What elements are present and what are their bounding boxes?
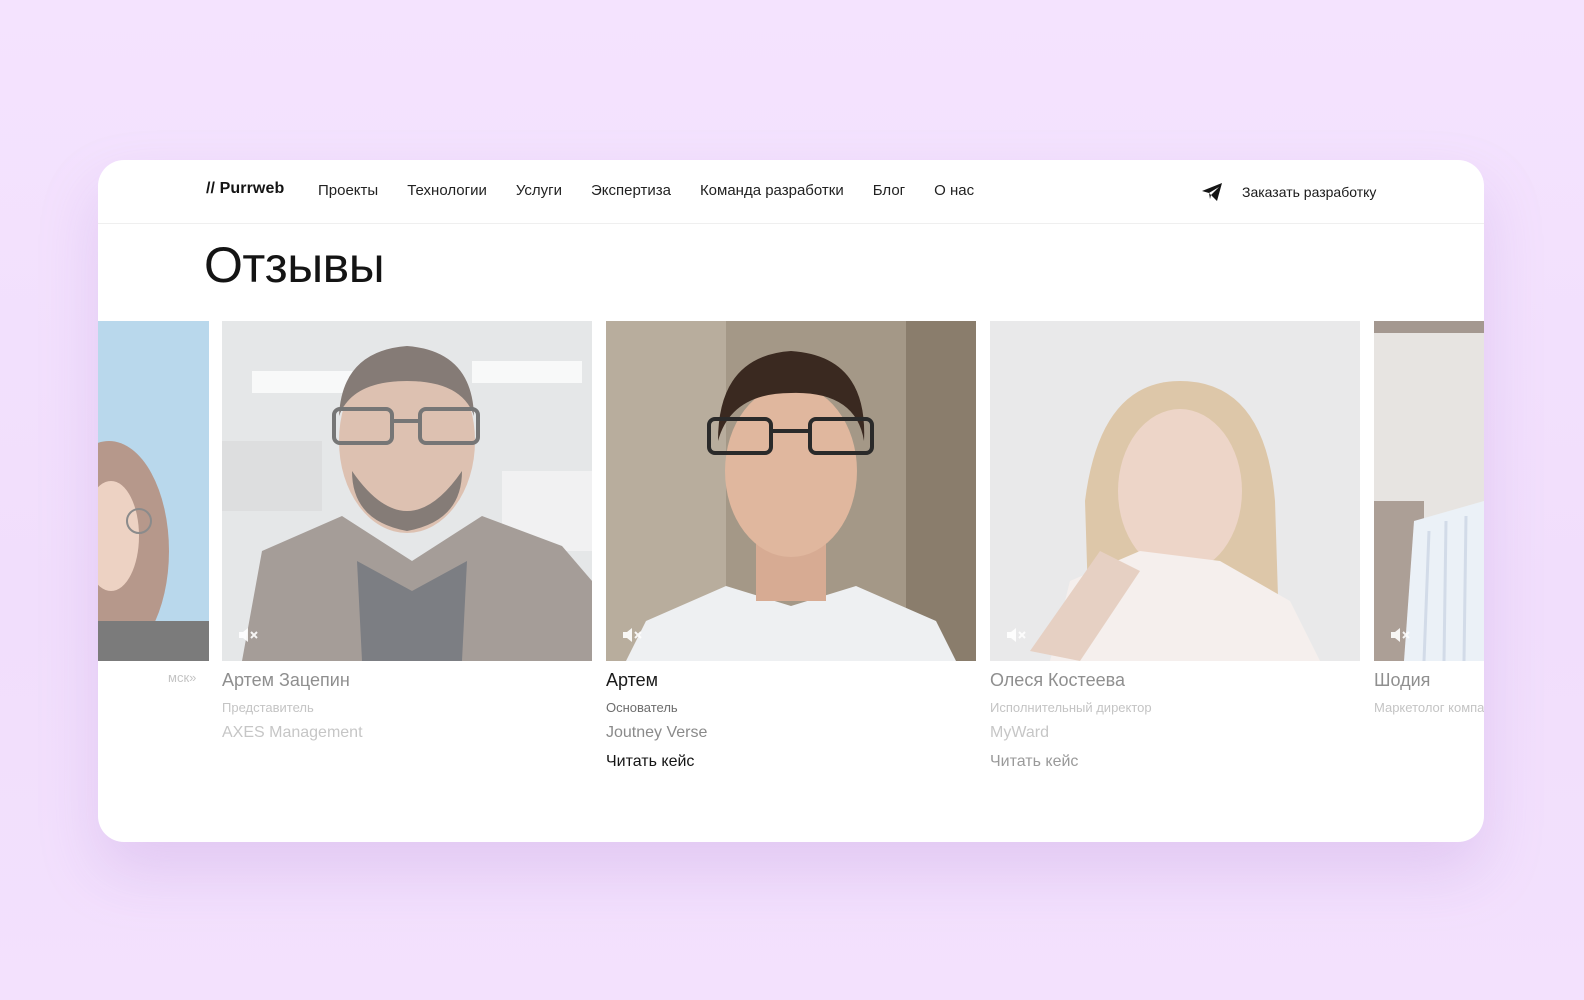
video-thumbnail[interactable] — [606, 321, 976, 661]
reviewer-role: Основатель — [606, 700, 678, 715]
testimonial-card-active: Артем Основатель Joutney Verse Читать ке… — [606, 321, 976, 771]
muted-speaker-icon[interactable] — [1004, 623, 1028, 647]
muted-speaker-icon[interactable] — [620, 623, 644, 647]
reviewer-role: Представитель — [222, 700, 314, 715]
reviewer-role: мск» — [168, 670, 197, 685]
reviewer-company: MyWard — [990, 724, 1049, 741]
reviewer-role: Маркетолог компа — [1374, 700, 1484, 715]
nav-item-expertise[interactable]: Экспертиза — [591, 182, 671, 199]
video-frame — [1374, 321, 1484, 661]
reviewer-name: Олеся Костеева — [990, 670, 1125, 690]
nav-item-blog[interactable]: Блог — [873, 182, 905, 199]
reviewer-company: AXES Management — [222, 724, 363, 741]
browser-window: // Purrweb Проекты Технологии Услуги Экс… — [98, 160, 1484, 842]
reviewer-name: Шодия — [1374, 670, 1431, 690]
video-thumbnail[interactable] — [98, 321, 209, 661]
video-frame — [222, 321, 592, 661]
nav-item-projects[interactable]: Проекты — [318, 182, 378, 199]
reviewer-name: Артем — [606, 670, 659, 690]
reviewer-name: Артем Зацепин — [222, 670, 350, 690]
logo[interactable]: // Purrweb — [206, 180, 284, 198]
order-development-label: Заказать разработку — [1242, 184, 1377, 200]
muted-speaker-icon[interactable] — [1388, 623, 1412, 647]
video-thumbnail[interactable] — [222, 321, 592, 661]
video-thumbnail[interactable] — [1374, 321, 1484, 661]
nav-item-services[interactable]: Услуги — [516, 182, 562, 199]
video-thumbnail[interactable] — [990, 321, 1360, 661]
read-case-link[interactable]: Читать кейс — [990, 753, 1360, 771]
main-nav: Проекты Технологии Услуги Экспертиза Ком… — [318, 182, 974, 199]
nav-item-technologies[interactable]: Технологии — [407, 182, 487, 199]
testimonial-card: мск» — [98, 321, 209, 685]
nav-item-dev-team[interactable]: Команда разработки — [700, 182, 844, 199]
testimonial-card: Олеся Костеева Исполнительный директор M… — [990, 321, 1360, 771]
paper-plane-icon — [1202, 183, 1222, 201]
order-development-button[interactable]: Заказать разработку — [1200, 180, 1376, 204]
testimonial-card: Шодия Маркетолог компа — [1374, 321, 1484, 715]
page-title: Отзывы — [204, 237, 385, 293]
testimonial-card: Артем Зацепин Представитель AXES Managem… — [222, 321, 592, 742]
video-frame — [98, 321, 209, 661]
reviewer-role: Исполнительный директор — [990, 700, 1152, 715]
reviewer-company: Joutney Verse — [606, 724, 708, 741]
muted-speaker-icon[interactable] — [236, 623, 260, 647]
video-frame — [990, 321, 1360, 661]
video-frame — [606, 321, 976, 661]
site-header: // Purrweb Проекты Технологии Услуги Экс… — [98, 160, 1484, 224]
read-case-link[interactable]: Читать кейс — [606, 753, 976, 771]
nav-item-about[interactable]: О нас — [934, 182, 974, 199]
